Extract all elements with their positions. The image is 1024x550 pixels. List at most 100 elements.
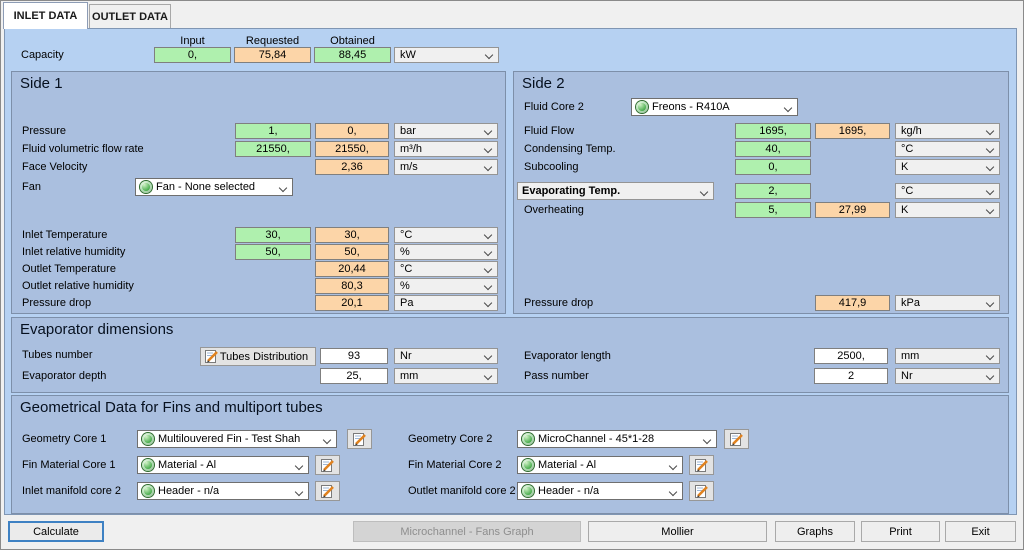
side1-pressure-requested[interactable]: 0,: [315, 123, 389, 139]
side2-fluid-flow-label: Fluid Flow: [524, 123, 574, 139]
side1-flow-rate-label: Fluid volumetric flow rate: [22, 141, 144, 157]
green-orb-icon: [636, 101, 648, 113]
side2-fluid-core-value: Freons - R410A: [652, 101, 730, 113]
tubes-number-unit-dropdown[interactable]: Nr: [394, 348, 498, 364]
side2-overheating-input[interactable]: 5,: [735, 202, 811, 218]
inlet-data-panel: Input Requested Obtained Capacity 0, 75,…: [4, 28, 1017, 515]
chevron-down-icon: [484, 352, 492, 360]
side1-outlet-temp-unit-dropdown[interactable]: °C: [394, 261, 498, 277]
side2-fluid-flow-input[interactable]: 1695,: [735, 123, 811, 139]
side1-face-velocity-requested[interactable]: 2,36: [315, 159, 389, 175]
edit-icon: [695, 485, 709, 498]
tab-inlet-data[interactable]: INLET DATA: [3, 2, 88, 29]
inlet-manifold-value: Header - n/a: [158, 485, 219, 497]
chevron-down-icon: [703, 436, 711, 444]
side1-flow-rate-unit-dropdown[interactable]: m³/h: [394, 141, 498, 157]
capacity-requested-field[interactable]: 75,84: [234, 47, 311, 63]
side2-evaporating-temp-unit-dropdown[interactable]: °C: [895, 183, 1000, 199]
side2-overheating-requested[interactable]: 27,99: [815, 202, 890, 218]
fin-material-core1-edit-button[interactable]: [315, 455, 340, 475]
inlet-manifold-label: Inlet manifold core 2: [22, 483, 121, 499]
evaporator-depth-field[interactable]: 25,: [320, 368, 388, 384]
side1-outlet-temp-requested[interactable]: 20,44: [315, 261, 389, 277]
evaporator-length-unit-value: mm: [901, 350, 919, 363]
outlet-manifold-edit-button[interactable]: [689, 481, 714, 501]
side2-fluid-flow-requested[interactable]: 1695,: [815, 123, 890, 139]
chevron-down-icon: [279, 184, 287, 192]
pass-number-field[interactable]: 2: [814, 368, 888, 384]
geometry-core2-edit-button[interactable]: [724, 429, 749, 449]
side1-pressure-label: Pressure: [22, 123, 66, 139]
mollier-button[interactable]: Mollier: [588, 521, 767, 542]
side1-inlet-temp-unit-dropdown[interactable]: °C: [394, 227, 498, 243]
side2-condensing-temp-unit-dropdown[interactable]: °C: [895, 141, 1000, 157]
chevron-down-icon: [484, 231, 492, 239]
microchannel-fans-graph-button: Microchannel - Fans Graph: [353, 521, 581, 542]
chevron-down-icon: [484, 248, 492, 256]
side1-pressure-input[interactable]: 1,: [235, 123, 311, 139]
graphs-button[interactable]: Graphs: [775, 521, 855, 542]
side1-outlet-rh-requested[interactable]: 80,3: [315, 278, 389, 294]
side1-inlet-temp-input[interactable]: 30,: [235, 227, 311, 243]
tubes-distribution-button-label: Tubes Distribution: [219, 351, 309, 363]
evaporator-length-unit-dropdown[interactable]: mm: [895, 348, 1000, 364]
side2-subcooling-unit-dropdown[interactable]: K: [895, 159, 1000, 175]
edit-icon: [321, 459, 335, 472]
mollier-button-label: Mollier: [661, 526, 693, 538]
capacity-input-field[interactable]: 0,: [154, 47, 231, 63]
edit-icon: [321, 485, 335, 498]
side1-inlet-rh-requested[interactable]: 50,: [315, 244, 389, 260]
fin-material-core2-dropdown[interactable]: Material - Al: [517, 456, 683, 474]
fin-material-core1-dropdown[interactable]: Material - Al: [137, 456, 309, 474]
geometry-core2-dropdown[interactable]: MicroChannel - 45*1-28: [517, 430, 717, 448]
side1-title: Side 1: [20, 75, 63, 92]
side1-inlet-temp-requested[interactable]: 30,: [315, 227, 389, 243]
capacity-unit-dropdown[interactable]: kW: [394, 47, 499, 63]
geometry-core1-edit-button[interactable]: [347, 429, 372, 449]
side1-pressure-drop-unit-dropdown[interactable]: Pa: [394, 295, 498, 311]
side1-face-velocity-unit-dropdown[interactable]: m/s: [394, 159, 498, 175]
exit-button[interactable]: Exit: [945, 521, 1016, 542]
evaporator-length-field[interactable]: 2500,: [814, 348, 888, 364]
calculate-button[interactable]: Calculate: [8, 521, 104, 542]
side2-subcooling-input[interactable]: 0,: [735, 159, 811, 175]
side2-evaporating-temp-mode-dropdown[interactable]: Evaporating Temp.: [517, 182, 714, 200]
chevron-down-icon: [986, 127, 994, 135]
side2-group: Side 2 Fluid Core 2 Freons - R410A Fluid…: [513, 71, 1009, 314]
pass-number-unit-dropdown[interactable]: Nr: [895, 368, 1000, 384]
inlet-manifold-edit-button[interactable]: [315, 481, 340, 501]
side1-fan-dropdown[interactable]: Fan - None selected: [135, 178, 293, 196]
tubes-number-field[interactable]: 93: [320, 348, 388, 364]
evaporator-depth-unit-dropdown[interactable]: mm: [394, 368, 498, 384]
side1-flow-rate-requested[interactable]: 21550,: [315, 141, 389, 157]
fin-material-core2-edit-button[interactable]: [689, 455, 714, 475]
side2-condensing-temp-input[interactable]: 40,: [735, 141, 811, 157]
outlet-manifold-dropdown[interactable]: Header - n/a: [517, 482, 683, 500]
print-button[interactable]: Print: [861, 521, 940, 542]
side1-pressure-drop-requested[interactable]: 20,1: [315, 295, 389, 311]
side2-evaporating-temp-input[interactable]: 2,: [735, 183, 811, 199]
side2-overheating-unit-dropdown[interactable]: K: [895, 202, 1000, 218]
tab-inlet-data-label: INLET DATA: [14, 10, 78, 22]
capacity-obtained-field[interactable]: 88,45: [314, 47, 391, 63]
edit-icon: [205, 350, 219, 363]
side2-fluid-core-label: Fluid Core 2: [524, 99, 584, 115]
side2-pressure-drop-unit-dropdown[interactable]: kPa: [895, 295, 1000, 311]
side2-pressure-drop-requested[interactable]: 417,9: [815, 295, 890, 311]
side1-inlet-rh-unit-dropdown[interactable]: %: [394, 244, 498, 260]
side1-outlet-rh-unit-dropdown[interactable]: %: [394, 278, 498, 294]
side2-fluid-core-dropdown[interactable]: Freons - R410A: [631, 98, 798, 116]
inlet-manifold-dropdown[interactable]: Header - n/a: [137, 482, 309, 500]
side2-fluid-flow-unit-dropdown[interactable]: kg/h: [895, 123, 1000, 139]
side1-inlet-rh-input[interactable]: 50,: [235, 244, 311, 260]
side1-pressure-unit-dropdown[interactable]: bar: [394, 123, 498, 139]
side1-flow-rate-input[interactable]: 21550,: [235, 141, 311, 157]
tubes-distribution-button[interactable]: Tubes Distribution: [200, 347, 316, 366]
geometrical-data-group: Geometrical Data for Fins and multiport …: [11, 395, 1009, 514]
tab-outlet-data[interactable]: OUTLET DATA: [89, 4, 171, 29]
geometrical-data-title: Geometrical Data for Fins and multiport …: [20, 399, 323, 416]
chevron-down-icon: [784, 104, 792, 112]
geometry-core1-dropdown[interactable]: Multilouvered Fin - Test Shah: [137, 430, 337, 448]
evaporator-depth-unit-value: mm: [400, 370, 418, 383]
chevron-down-icon: [484, 282, 492, 290]
